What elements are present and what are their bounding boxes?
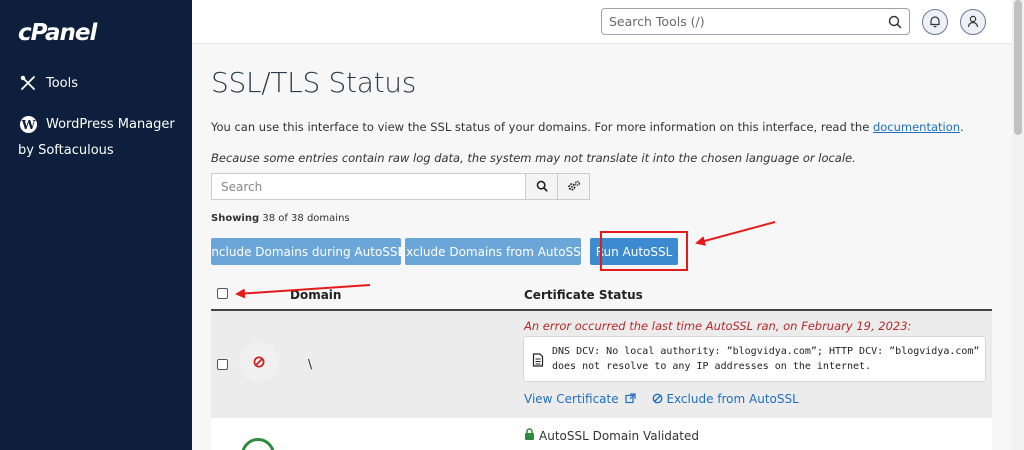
error-log-text: DNS DCV: No local authority: ”blogvidya.… xyxy=(552,346,980,372)
ban-icon xyxy=(239,342,279,382)
row-actions: View Certificate Exclude from AutoSSL xyxy=(524,392,799,406)
showing-label: Showing xyxy=(211,213,260,224)
sidebar-item-wordpress-manager[interactable]: W WordPress Manager by Softaculous xyxy=(18,110,175,158)
bell-icon xyxy=(929,13,941,32)
sidebar-item-sublabel: by Softaculous xyxy=(18,143,114,158)
run-autossl-highlight xyxy=(600,231,688,271)
search-icon[interactable] xyxy=(888,14,902,33)
page-scrollbar[interactable] xyxy=(1012,0,1024,450)
column-certificate-status[interactable]: Certificate Status xyxy=(524,288,643,302)
table-row: AutoSSL Domain Validated xyxy=(211,418,992,450)
success-status-icon xyxy=(241,438,275,450)
description-text: You can use this interface to view the S… xyxy=(211,120,873,134)
scrollbar-thumb[interactable] xyxy=(1014,0,1022,135)
column-domain[interactable]: Domain xyxy=(290,288,341,302)
svg-text:W: W xyxy=(20,116,35,131)
main-content: SSL/TLS Status You can use this interfac… xyxy=(192,45,1012,450)
gears-icon xyxy=(567,177,581,196)
sidebar-item-label: WordPress Manager xyxy=(46,117,175,132)
autossl-validated-status: AutoSSL Domain Validated xyxy=(524,428,699,443)
document-icon xyxy=(532,352,544,371)
domain-search-input[interactable] xyxy=(212,174,525,199)
showing-count: Showing 38 of 38 domains xyxy=(211,213,350,224)
user-icon xyxy=(967,13,979,32)
top-header xyxy=(192,0,1012,44)
table-row: \ An error occurred the last time AutoSS… xyxy=(211,311,992,418)
search-tools-input[interactable] xyxy=(602,9,872,34)
sidebar-item-tools[interactable]: Tools xyxy=(18,73,78,93)
domain-name: \ xyxy=(308,357,313,371)
lock-icon xyxy=(524,428,539,443)
row-checkbox[interactable] xyxy=(217,359,228,370)
table-header: Domain Certificate Status xyxy=(211,280,992,311)
exclude-domains-button[interactable]: Exclude Domains from AutoSSL xyxy=(399,238,588,265)
search-tools-box[interactable] xyxy=(601,8,910,35)
page-description: You can use this interface to view the S… xyxy=(211,120,964,134)
select-all-checkbox[interactable] xyxy=(217,288,228,299)
exclude-from-autossl-link[interactable]: Exclude from AutoSSL xyxy=(652,392,799,406)
include-domains-button[interactable]: Include Domains during AutoSSL xyxy=(208,238,404,265)
sidebar-item-label: Tools xyxy=(46,75,79,91)
wordpress-icon: W xyxy=(18,114,38,134)
notifications-button[interactable] xyxy=(922,9,948,35)
search-icon xyxy=(536,177,548,196)
description-end: . xyxy=(960,120,964,134)
cpanel-logo[interactable]: cPanel xyxy=(18,20,97,46)
tools-icon xyxy=(18,73,38,93)
user-menu-button[interactable] xyxy=(960,9,986,35)
documentation-link[interactable]: documentation xyxy=(873,120,960,134)
settings-button[interactable] xyxy=(557,174,589,199)
sidebar: cPanel Tools W WordPress Manager by Soft… xyxy=(0,0,192,450)
domain-search-box xyxy=(211,173,590,200)
error-log-box: DNS DCV: No local authority: ”blogvidya.… xyxy=(523,336,986,382)
page-title: SSL/TLS Status xyxy=(211,66,416,99)
page-note: Because some entries contain raw log dat… xyxy=(211,151,856,165)
view-certificate-link[interactable]: View Certificate xyxy=(524,392,637,406)
autossl-error-message: An error occurred the last time AutoSSL … xyxy=(524,319,912,333)
search-button[interactable] xyxy=(525,174,557,199)
showing-text: 38 of 38 domains xyxy=(262,213,350,224)
